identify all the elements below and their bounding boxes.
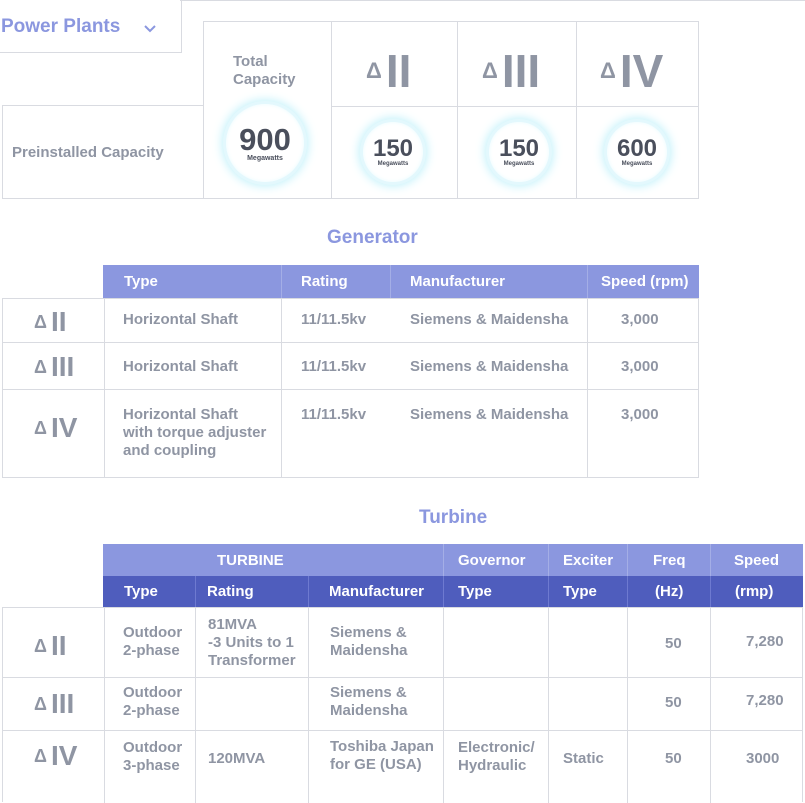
unit-header-ii: Δ II — [366, 45, 412, 97]
chevron-down-icon — [144, 25, 156, 33]
preinstalled-capacity-label-cell: Preinstalled Capacity — [2, 105, 204, 199]
capacity-circle-ii: 150 Megawatts — [363, 122, 423, 182]
turbine-sub-header-row: Type Rating Manufacturer Type Type (Hz) … — [103, 576, 803, 607]
total-capacity-value: 900 — [239, 122, 291, 157]
generator-title: Generator — [327, 227, 418, 248]
preinstalled-capacity-label: Preinstalled Capacity — [12, 144, 164, 161]
table-row: Δ III — [34, 351, 75, 382]
unit-header-iii: Δ III — [482, 45, 541, 97]
total-capacity-label: Total Capacity — [233, 53, 296, 88]
unit-header-iv: Δ IV — [600, 45, 664, 97]
table-row: Δ IV — [34, 412, 78, 443]
table-row: Δ IV — [34, 740, 78, 771]
capacity-circle-iv: 600 Megawatts — [607, 122, 667, 182]
table-row: Δ III — [34, 688, 75, 719]
table-row: Δ II — [34, 630, 67, 661]
page-title: Power Plants — [1, 16, 121, 37]
turbine-title: Turbine — [419, 507, 488, 528]
power-plants-dropdown[interactable]: Power Plants — [0, 0, 182, 53]
capacity-circle-iii: 150 Megawatts — [489, 122, 549, 182]
generator-header-row: Type Rating Manufacturer Speed (rpm) — [103, 265, 699, 298]
table-row: Δ II — [34, 306, 67, 337]
total-capacity-circle: 900 Megawatts — [226, 104, 304, 182]
turbine-group-header-row: TURBINE Governor Exciter Freq Speed — [103, 544, 803, 576]
